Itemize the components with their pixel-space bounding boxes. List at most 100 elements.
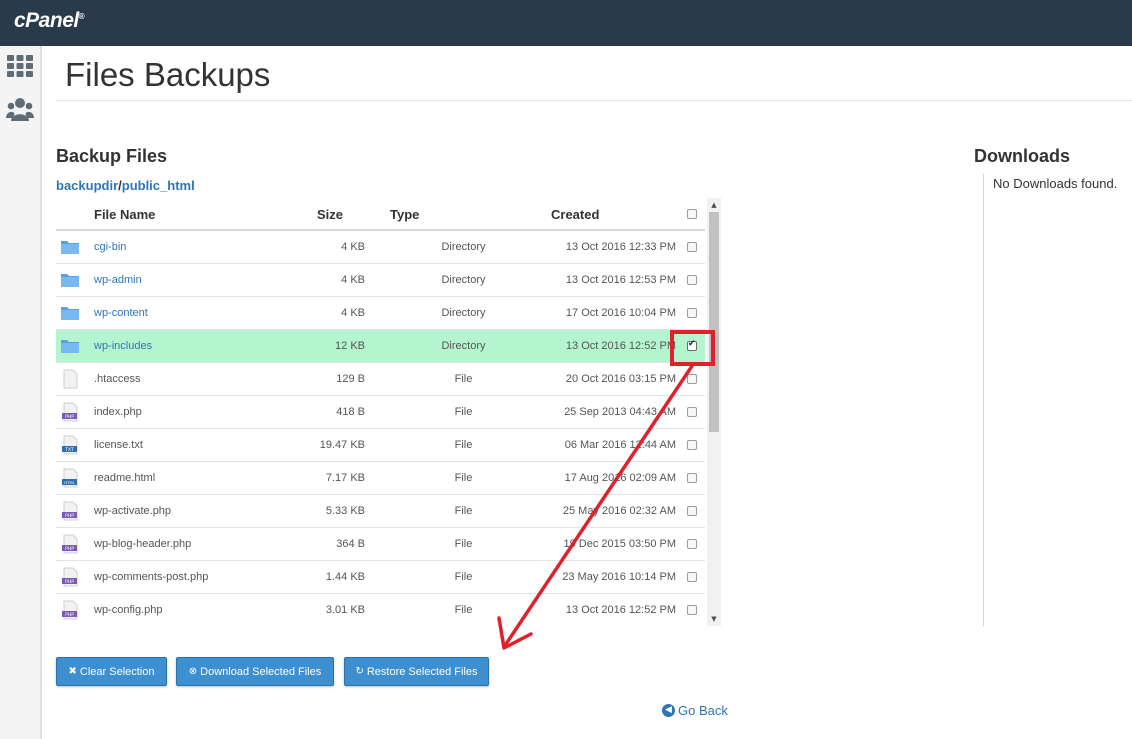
table-scrollbar[interactable]: ▲ ▼	[707, 198, 721, 626]
file-type: Directory	[441, 307, 486, 319]
restore-selected-files-button[interactable]: ↻ Restore Selected Files	[344, 657, 489, 686]
download-circle-icon: ⊗	[188, 666, 198, 677]
table-header: File Name Size Type Created	[56, 198, 705, 231]
svg-text:PHP: PHP	[65, 513, 74, 519]
file-created: 19 Dec 2015 03:50 PM	[563, 538, 676, 550]
select-all-checkbox[interactable]	[687, 209, 697, 219]
breadcrumb: backupdir/public_html	[56, 178, 195, 193]
column-header-type[interactable]: Type	[390, 207, 419, 222]
file-created: 13 Oct 2016 12:52 PM	[565, 340, 676, 352]
table-row[interactable]: wp-content 4 KB Directory 17 Oct 2016 10:04…	[56, 297, 705, 330]
svg-text:PHP: PHP	[65, 612, 74, 618]
row-checkbox[interactable]	[687, 605, 697, 615]
file-name: wp-config.php	[94, 604, 163, 616]
arrow-left-circle-icon: ◀	[662, 704, 675, 717]
file-type: File	[454, 604, 473, 616]
downloads-empty-message: No Downloads found.	[993, 176, 1118, 191]
file-name[interactable]: wp-includes	[94, 340, 152, 352]
table-row[interactable]: HTML readme.html 7.17 KB File 17 Aug 2016 02…	[56, 462, 705, 495]
file-name[interactable]: wp-admin	[94, 274, 142, 286]
users-icon[interactable]	[6, 95, 34, 123]
file-type: File	[454, 571, 473, 583]
column-header-size[interactable]: Size	[317, 207, 343, 222]
file-created: 25 Sep 2013 04:43 AM	[564, 406, 676, 418]
row-checkbox[interactable]	[687, 275, 697, 285]
row-checkbox[interactable]	[687, 374, 697, 384]
php-file-icon: PHP	[60, 600, 80, 620]
table-body: cgi-bin 4 KB Directory 13 Oct 2016 12:33 PM…	[56, 231, 705, 626]
file-type: File	[454, 538, 473, 550]
svg-text:PHP: PHP	[65, 546, 74, 552]
breadcrumb-current-link[interactable]: public_html	[122, 178, 195, 193]
file-created: 25 May 2016 02:32 AM	[562, 505, 676, 517]
file-name: index.php	[94, 406, 142, 418]
file-name: readme.html	[94, 472, 156, 484]
table-row[interactable]: cgi-bin 4 KB Directory 13 Oct 2016 12:33 PM	[56, 231, 705, 264]
folder-icon	[60, 237, 80, 257]
file-created: 13 Oct 2016 12:33 PM	[565, 241, 676, 253]
php-file-icon: PHP	[60, 402, 80, 422]
row-checkbox[interactable]	[687, 308, 697, 318]
file-size: 7.17 KB	[325, 472, 365, 484]
column-header-file-name[interactable]: File Name	[94, 207, 155, 222]
file-size: 418 B	[336, 406, 365, 418]
file-created: 17 Aug 2016 02:09 AM	[564, 472, 676, 484]
file-size: 12 KB	[335, 340, 365, 352]
scroll-up-icon[interactable]: ▲	[707, 198, 721, 212]
title-divider	[56, 100, 1132, 101]
file-name[interactable]: cgi-bin	[94, 241, 126, 253]
table-row[interactable]: PHP wp-blog-header.php 364 B File 19 Dec 201…	[56, 528, 705, 561]
file-created: 13 Oct 2016 12:53 PM	[565, 274, 676, 286]
go-back-link[interactable]: ◀ Go Back	[662, 703, 728, 718]
file-name: .htaccess	[94, 373, 141, 385]
clear-selection-button[interactable]: ✖ Clear Selection	[56, 657, 167, 686]
downloads-heading: Downloads	[974, 146, 1071, 166]
file-size: 4 KB	[341, 274, 365, 286]
row-checkbox[interactable]	[687, 242, 697, 252]
scroll-thumb[interactable]	[709, 212, 719, 432]
row-checkbox[interactable]	[687, 572, 697, 582]
table-row[interactable]: wp-includes 12 KB Directory 13 Oct 2016 12:…	[56, 330, 705, 363]
file-type: File	[454, 406, 473, 418]
refresh-icon: ↻	[355, 666, 364, 677]
breadcrumb-root-link[interactable]: backupdir	[56, 178, 118, 193]
file-type: Directory	[441, 241, 486, 253]
column-header-created[interactable]: Created	[551, 207, 599, 222]
file-type: File	[454, 505, 473, 517]
page-title: Files Backups	[65, 56, 271, 93]
file-size: 1.44 KB	[325, 571, 365, 583]
table-row[interactable]: TXT license.txt 19.47 KB File 06 Mar 2016 12…	[56, 429, 705, 462]
row-checkbox[interactable]	[687, 539, 697, 549]
file-name: wp-blog-header.php	[94, 538, 192, 550]
sidebar	[0, 46, 42, 739]
row-checkbox[interactable]	[687, 473, 697, 483]
downloads-divider	[983, 174, 984, 626]
file-name: wp-activate.php	[94, 505, 172, 517]
download-selected-files-button[interactable]: ⊗ Download Selected Files	[176, 657, 334, 686]
file-created: 13 Oct 2016 12:52 PM	[565, 604, 676, 616]
file-type: File	[454, 439, 473, 451]
table-row[interactable]: PHP index.php 418 B File 25 Sep 2013 04:43 A…	[56, 396, 705, 429]
file-type: Directory	[441, 274, 486, 286]
row-checkbox[interactable]	[687, 407, 697, 417]
svg-text:PHP: PHP	[65, 579, 74, 585]
html-file-icon: HTML	[60, 468, 80, 488]
row-checkbox[interactable]	[687, 440, 697, 450]
table-row[interactable]: PHP wp-activate.php 5.33 KB File 25 May 2016…	[56, 495, 705, 528]
file-name[interactable]: wp-content	[94, 307, 148, 319]
blank-file-icon	[60, 369, 80, 389]
row-checkbox[interactable]	[687, 506, 697, 516]
folder-icon	[60, 270, 80, 290]
table-row[interactable]: PHP wp-config.php 3.01 KB File 13 Oct 2016 1…	[56, 594, 705, 626]
table-row[interactable]: wp-admin 4 KB Directory 13 Oct 2016 12:53 P…	[56, 264, 705, 297]
file-size: 4 KB	[341, 241, 365, 253]
file-type: File	[454, 373, 473, 385]
table-row[interactable]: PHP wp-comments-post.php 1.44 KB File 23 May…	[56, 561, 705, 594]
table-row[interactable]: .htaccess 129 B File 20 Oct 2016 03:15 PM	[56, 363, 705, 396]
apps-grid-icon[interactable]	[6, 52, 34, 80]
folder-icon	[60, 336, 80, 356]
cpanel-logo[interactable]: cPanel®	[14, 9, 85, 33]
backup-files-table: File Name Size Type Created cgi-bin 4 KB D…	[56, 198, 721, 626]
top-bar: cPanel®	[0, 0, 1132, 46]
scroll-down-icon[interactable]: ▼	[707, 612, 721, 626]
